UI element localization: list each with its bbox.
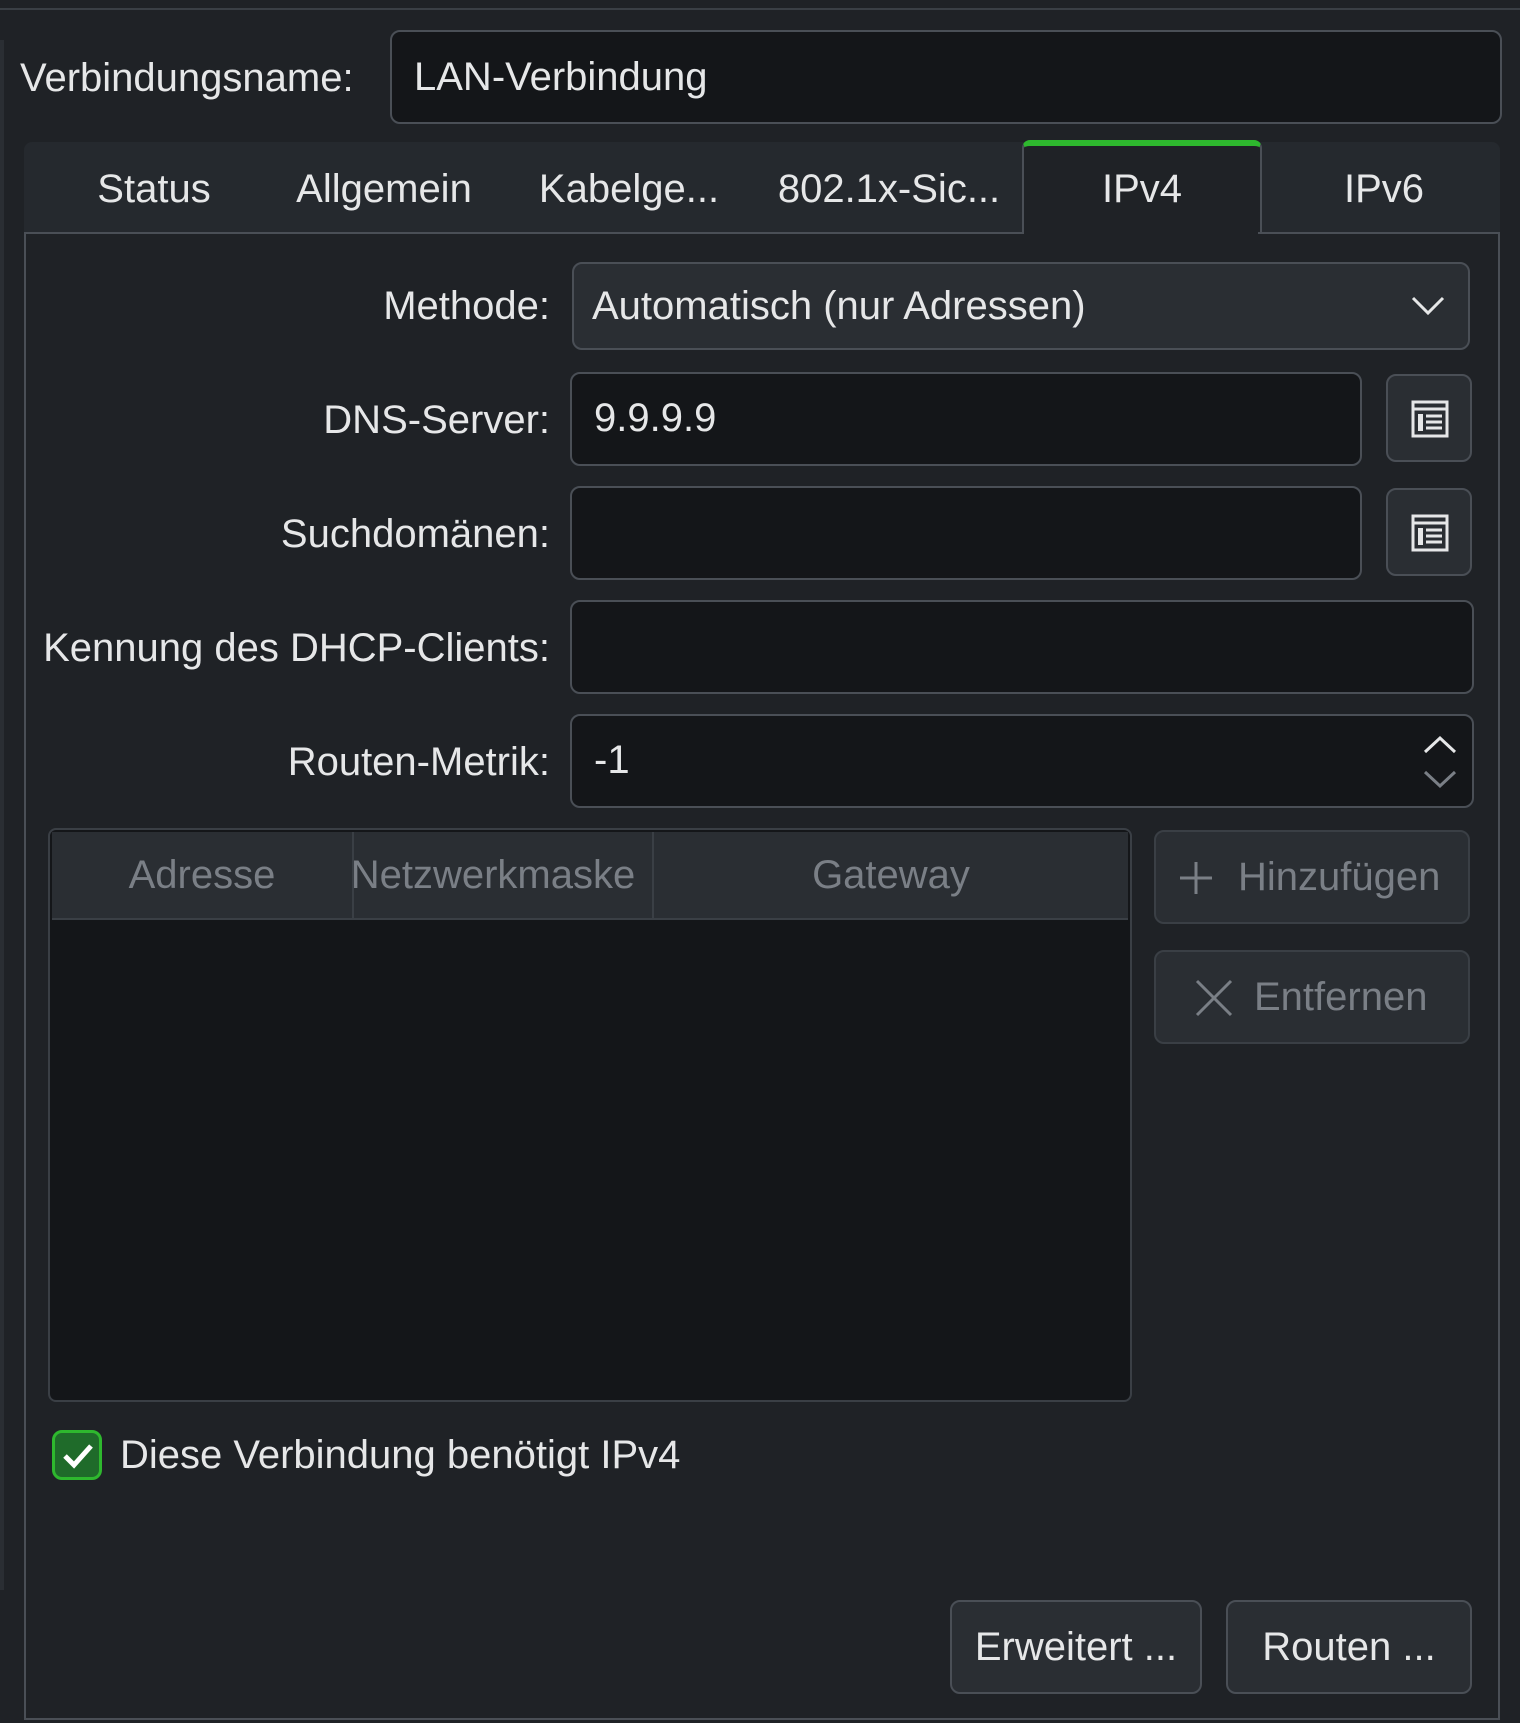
column-header-gateway[interactable]: Gateway [652, 832, 1128, 918]
search-domains-input[interactable] [570, 486, 1362, 580]
routes-button[interactable]: Routen ... [1226, 1600, 1472, 1694]
chevron-down-icon [1411, 296, 1445, 316]
close-icon [1195, 979, 1233, 1017]
tab-ipv4[interactable]: IPv4 [1022, 140, 1262, 238]
spin-down-icon[interactable] [1423, 770, 1457, 789]
dns-edit-list-button[interactable] [1386, 374, 1472, 462]
tab-status[interactable]: Status [54, 142, 254, 236]
search-domains-edit-list-button[interactable] [1386, 488, 1472, 576]
tab-kabelgebunden[interactable]: Kabelge... [514, 142, 744, 236]
dhcp-client-id-label: Kennung des DHCP-Clients: [43, 626, 550, 670]
dns-server-input[interactable]: 9.9.9.9 [570, 372, 1362, 466]
connection-name-input[interactable]: LAN-Verbindung [390, 30, 1502, 124]
checkmark-icon [63, 1444, 93, 1469]
tab-bar: Status Allgemein Kabelge... 802.1x-Sic..… [24, 140, 1500, 238]
column-header-address[interactable]: Adresse [52, 832, 352, 918]
column-header-netmask[interactable]: Netzwerkmaske [352, 832, 652, 918]
address-table[interactable]: Adresse Netzwerkmaske Gateway [48, 828, 1132, 1402]
tab-ipv6[interactable]: IPv6 [1274, 142, 1494, 236]
tab-8021x-security[interactable]: 802.1x-Sic... [764, 142, 1014, 236]
address-table-header: Adresse Netzwerkmaske Gateway [52, 832, 1128, 920]
window-left-edge [0, 40, 4, 1590]
method-label: Methode: [383, 284, 550, 328]
add-address-button[interactable]: Hinzufügen [1154, 830, 1470, 924]
spin-up-icon[interactable] [1423, 735, 1457, 754]
plus-icon [1180, 862, 1212, 894]
method-select[interactable]: Automatisch (nur Adressen) [572, 262, 1470, 350]
require-ipv4-label[interactable]: Diese Verbindung benötigt IPv4 [120, 1427, 680, 1483]
advanced-button[interactable]: Erweitert ... [950, 1600, 1202, 1694]
dhcp-client-id-input[interactable] [570, 600, 1474, 694]
window-top-edge [0, 0, 1520, 10]
panel-border [24, 232, 1024, 234]
search-domains-label: Suchdomänen: [280, 512, 550, 556]
list-editor-icon [1411, 400, 1449, 438]
route-metric-label: Routen-Metrik: [287, 740, 550, 784]
add-address-label: Hinzufügen [1238, 855, 1441, 899]
require-ipv4-checkbox[interactable] [52, 1430, 102, 1480]
list-editor-icon [1411, 514, 1449, 552]
method-select-value: Automatisch (nur Adressen) [592, 284, 1086, 328]
remove-address-button[interactable]: Entfernen [1154, 950, 1470, 1044]
panel-border [1258, 232, 1500, 234]
spin-arrows [1423, 735, 1457, 789]
dns-server-label: DNS-Server: [323, 398, 550, 442]
route-metric-value: -1 [594, 738, 630, 782]
remove-address-label: Entfernen [1254, 975, 1428, 1019]
tab-allgemein[interactable]: Allgemein [274, 142, 494, 236]
route-metric-spinbox[interactable]: -1 [570, 714, 1474, 808]
connection-name-label: Verbindungsname: [20, 56, 354, 100]
